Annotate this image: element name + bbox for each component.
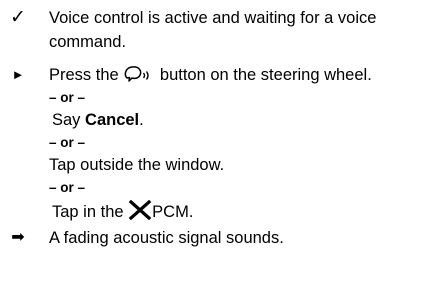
close-x-icon [128,199,152,227]
result-arrow-icon: ➡ [11,229,25,246]
prerequisite-text-line-2: command. [49,33,127,51]
result-text: A fading acoustic signal sounds. [49,229,284,247]
or-separator-2: – or – [49,135,86,150]
step-text-press-button: Press the button on the steering wheel. [49,63,372,91]
step-text-post: button on the steering wheel. [159,66,372,84]
voice-control-steering-wheel-icon [123,64,155,91]
say-command-cancel: Cancel [85,111,140,129]
alternative-tap-in-pcm: Tap in the PCM. [52,199,194,227]
alternative-tap-outside: Tap outside the window. [49,156,225,174]
or-separator-1: – or – [49,90,86,105]
step-arrow-icon: ► [11,67,25,82]
prerequisite-text-line-1: Voice control is active and waiting for … [49,9,377,27]
tap-in-text-pre: Tap in the [52,203,124,221]
say-text-pre: Say [52,111,86,129]
tap-in-text-post: PCM. [152,203,194,221]
or-separator-3: – or – [49,180,86,195]
say-text-post: . [139,111,144,129]
step-text-pre: Press the [49,66,119,84]
check-icon: ✓ [10,7,26,28]
alternative-say-cancel: Say Cancel. [52,108,144,132]
